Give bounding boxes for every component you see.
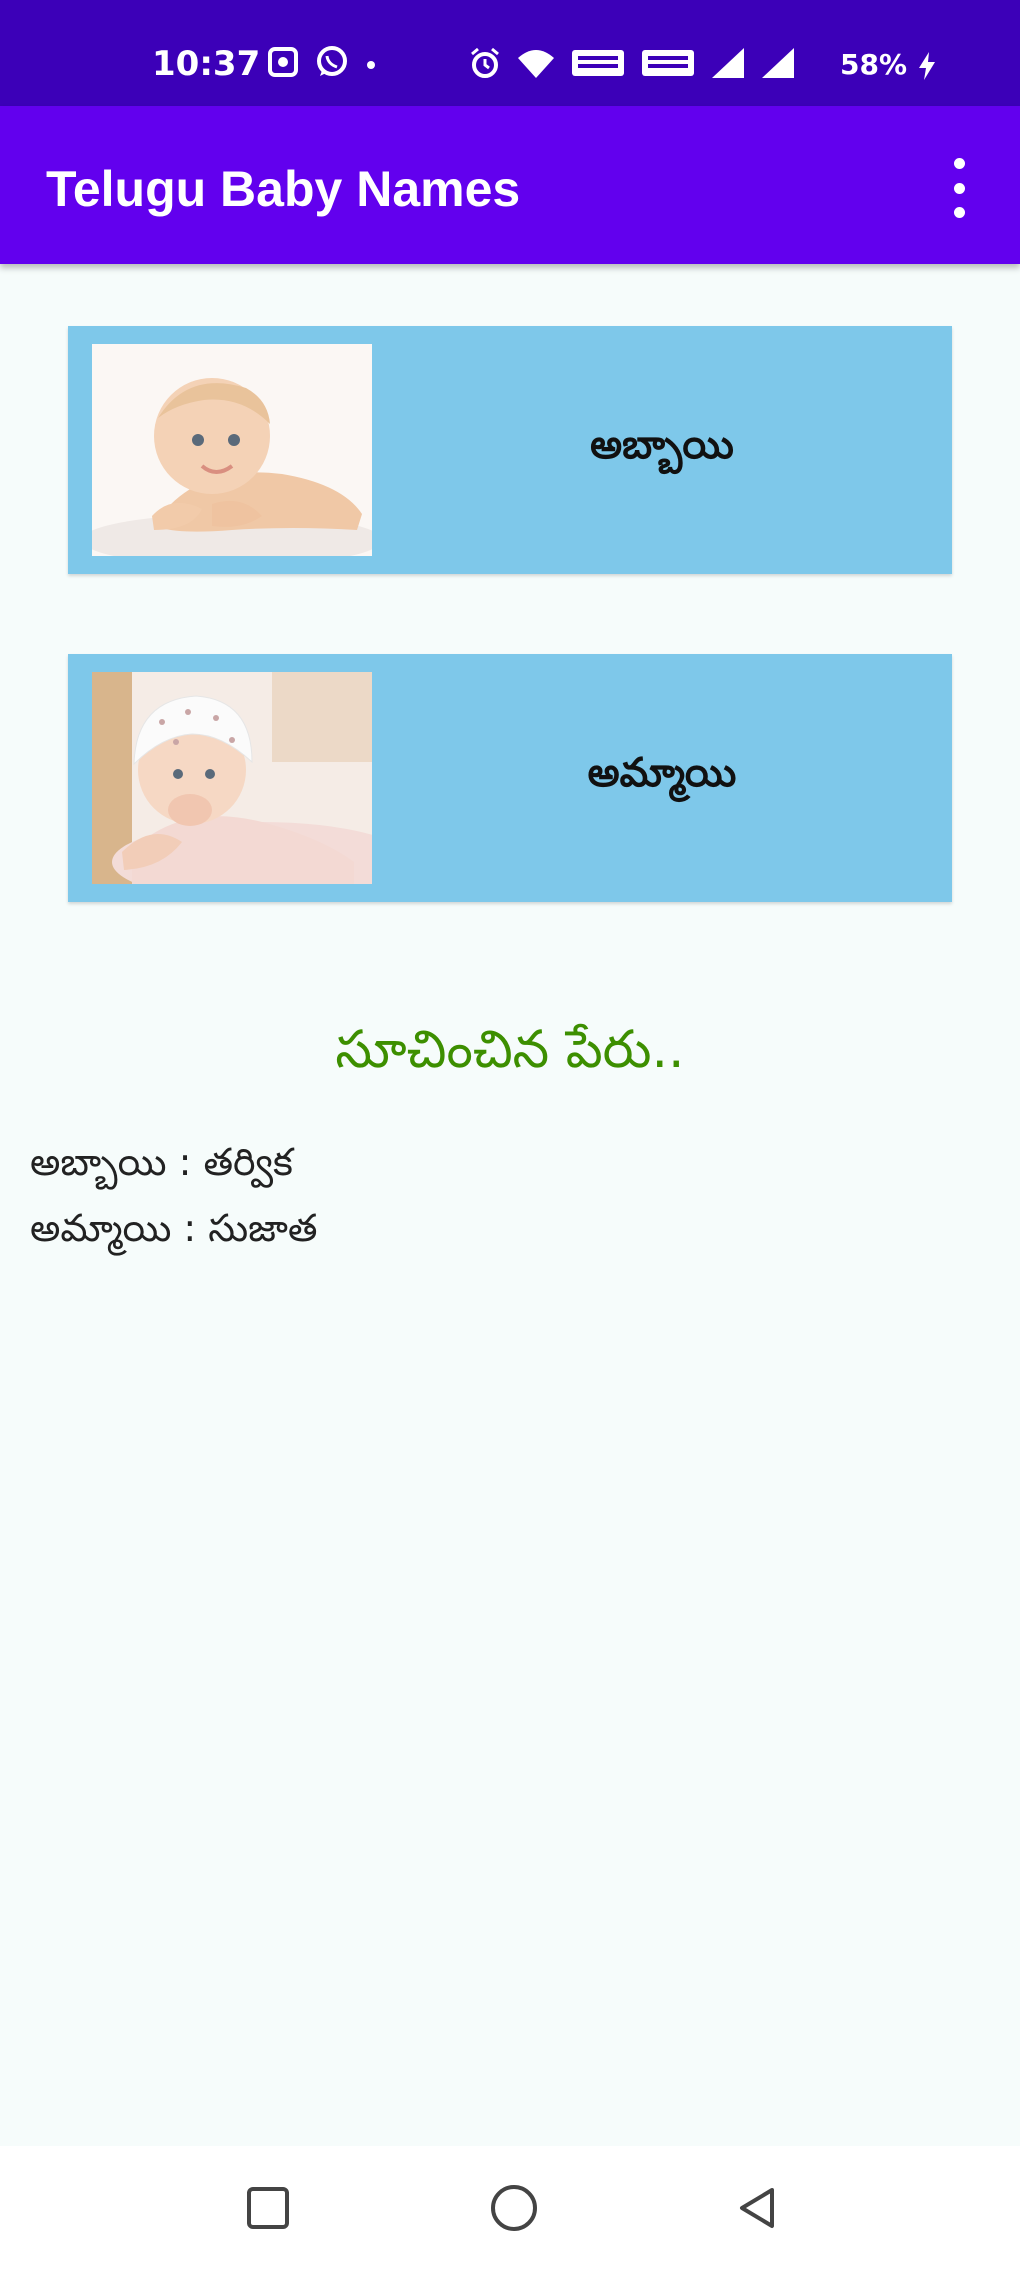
volte1-icon [572,50,624,76]
battery-level: 58% [840,48,937,82]
status-system-icons [468,46,796,80]
dot-icon [367,61,375,69]
home-icon [491,2185,537,2231]
overflow-menu-icon[interactable] [944,158,974,218]
photo-icon [268,47,298,77]
recents-button[interactable] [236,2176,300,2240]
suggested-girl-name: అమ్మాయి : సుజాత [30,1206,318,1250]
battery-percent: 58% [840,48,908,81]
app-bar: Telugu Baby Names [0,106,1020,264]
menu-dot [953,182,965,194]
status-bar: 10:37 58% [0,0,1020,106]
boy-names-card[interactable]: అబ్బాయి [68,326,952,574]
navigation-bar [0,2146,1020,2270]
girl-names-label: అమ్మాయి [587,750,737,796]
back-button[interactable] [724,2176,788,2240]
recents-icon [247,2187,289,2229]
menu-dot [953,207,965,218]
girl-names-card[interactable]: అమ్మాయి [68,654,952,902]
signal1-icon [712,48,744,78]
volte2-icon [642,50,694,76]
whatsapp-icon [317,46,347,76]
girl-baby-photo [92,672,372,884]
boy-baby-photo [92,344,372,556]
home-button[interactable] [482,2176,546,2240]
back-icon [740,2188,774,2228]
boy-names-label: అబ్బాయి [590,422,734,468]
charging-icon [918,52,935,80]
signal2-icon [762,48,794,78]
app-title: Telugu Baby Names [46,161,521,217]
wifi-icon [518,50,554,78]
status-notification-icons [266,44,378,80]
suggested-name-title: సూచించిన పేరు.. [335,1020,685,1080]
alarm-icon [471,47,499,78]
status-time: 10:37 [152,44,261,84]
suggested-boy-name: అబ్బాయి : తర్విక [30,1140,293,1184]
menu-dot [953,158,965,169]
